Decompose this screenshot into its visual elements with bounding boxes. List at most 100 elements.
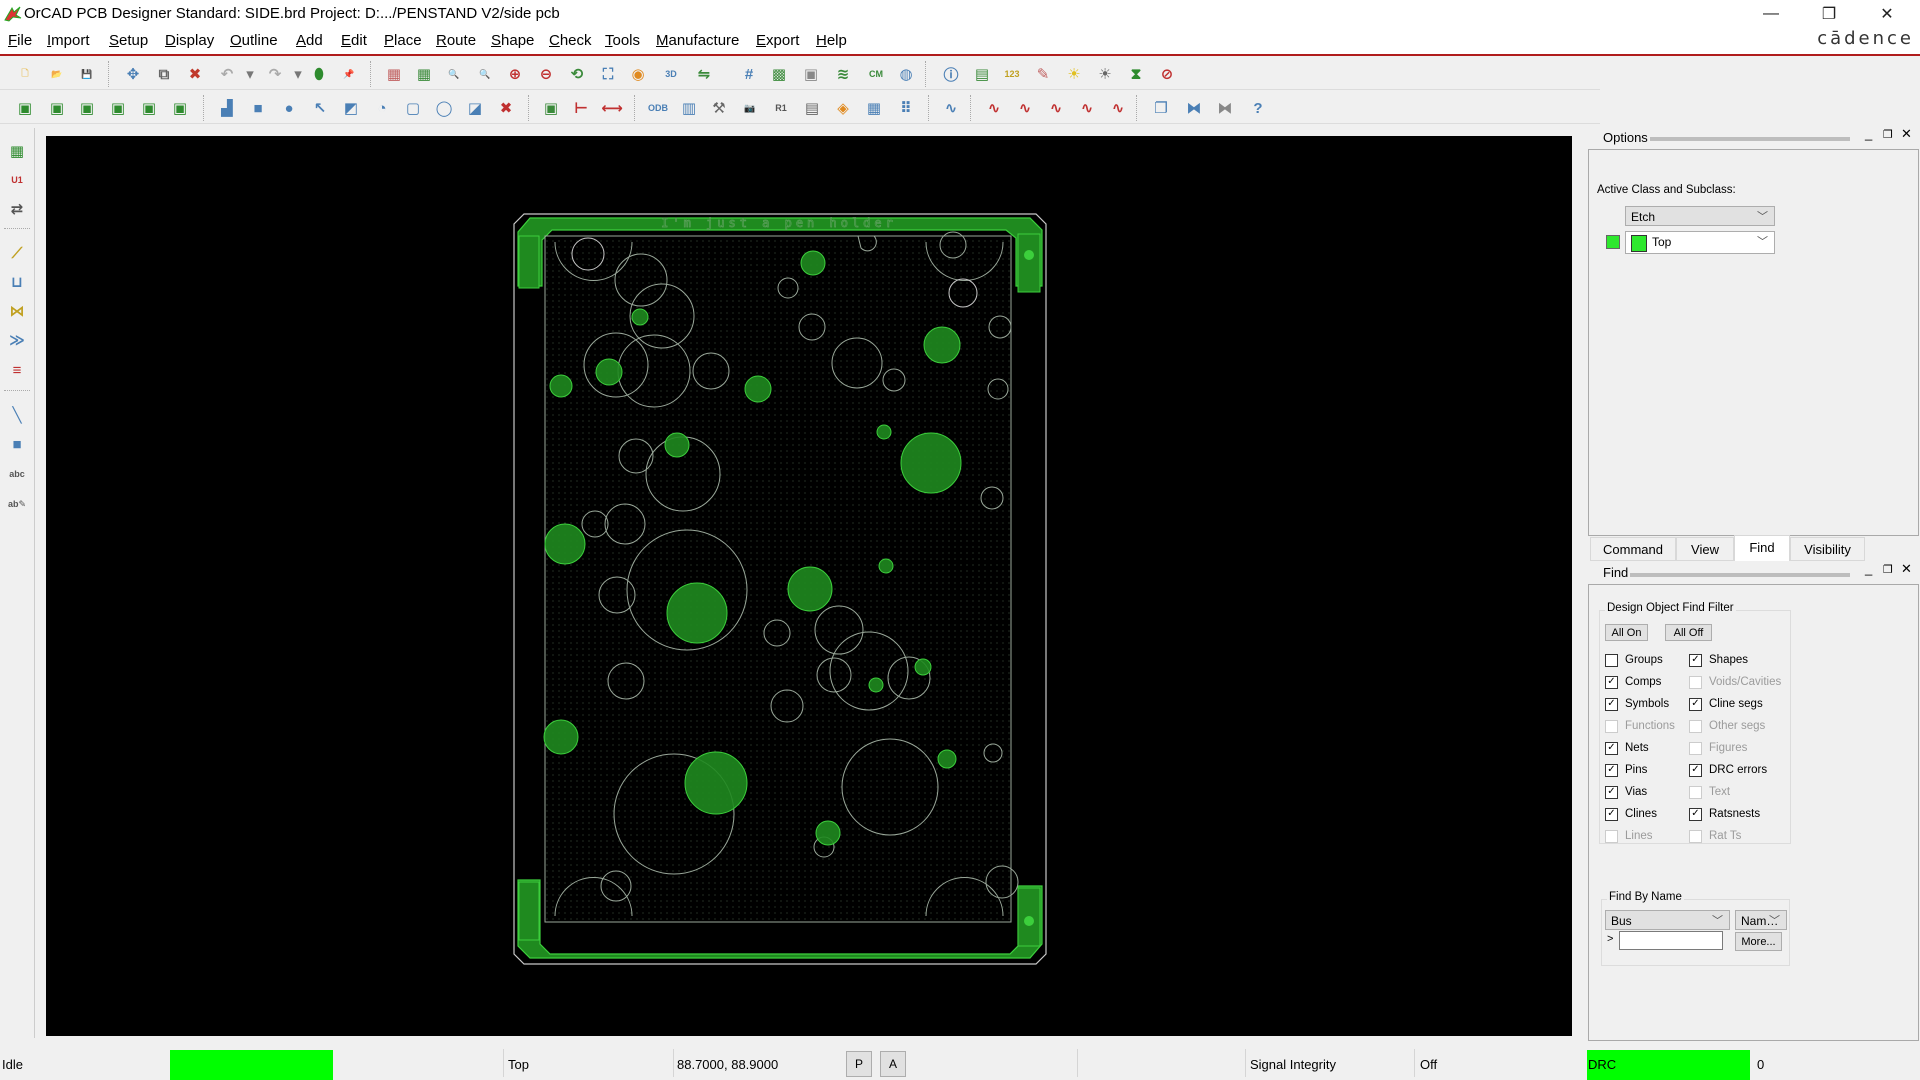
global-dynamic-button[interactable]: ◍ [895,63,917,85]
tab-find[interactable]: Find [1734,535,1790,561]
filter-nets-checkbox[interactable]: ✓ Nets [1605,739,1649,757]
menu-outline[interactable]: Outline [230,32,278,49]
zoom-previous-button[interactable]: ⟲ [566,63,588,85]
drc-toggle-button[interactable]: ⊘ [1156,63,1178,85]
slide-button[interactable]: ∿ [940,97,962,119]
ncdrill-button[interactable]: ⚒ [708,97,730,119]
delay-tune-tool[interactable]: ⋈ [6,300,28,322]
open-folder-button[interactable]: 📂 [46,63,68,85]
void-circle-button[interactable]: ◔ [371,97,393,119]
edit-boundary-button[interactable]: ◪ [464,97,486,119]
datum-dimension-button[interactable]: ⟷ [601,97,623,119]
menu-place[interactable]: Place [384,32,422,49]
filter-comps-checkbox[interactable]: ✓ Comps [1605,673,1661,691]
void-polygon-button[interactable]: ◯ [433,97,455,119]
flip-design-button[interactable]: ⇋ [693,63,715,85]
shape-select-button[interactable]: ↖ [309,97,331,119]
save-button[interactable]: 💾 [76,63,98,85]
assign-color-button[interactable]: ☀ [1063,63,1085,85]
menu-export[interactable]: Export [756,32,799,49]
layer-visibility-button[interactable]: ≋ [832,63,854,85]
find-type-dropdown[interactable]: Bus ﹀ [1605,910,1730,930]
app-mode-signal-integrity-button[interactable]: ▣ [169,97,191,119]
filter-cline-segs-checkbox[interactable]: ✓ Cline segs [1689,695,1763,713]
filter-drc-errors-checkbox[interactable]: ✓ DRC errors [1689,761,1767,779]
menu-manufacture[interactable]: Manufacture [656,32,739,49]
find-float-icon[interactable]: ❐ [1883,563,1893,576]
rename-refdes-button[interactable]: R1 [770,97,792,119]
filter-ratsnests-checkbox[interactable]: ✓ Ratsnests [1689,805,1760,823]
3d-view-button[interactable]: 3D [660,63,682,85]
grid-toggle-button[interactable]: # [738,63,760,85]
constraint-manager-button[interactable]: CM [865,63,887,85]
rats-button[interactable]: ▦ [413,63,435,85]
tab-view[interactable]: View [1676,537,1734,561]
dot-array-button[interactable]: ⠿ [895,97,917,119]
add-connect-tool[interactable]: ⟋ [6,242,28,264]
filter-shapes-checkbox[interactable]: ✓ Shapes [1689,651,1748,669]
options-float-icon[interactable]: ❐ [1883,128,1893,141]
app-mode-placement-button[interactable]: ▣ [46,97,68,119]
property-edit-button[interactable]: ▤ [971,63,993,85]
tab-visibility[interactable]: Visibility [1790,537,1865,561]
sigxp-button[interactable]: ∿ [983,97,1005,119]
menu-display[interactable]: Display [165,32,214,49]
app-mode-shape-edit-button[interactable]: ▣ [138,97,160,119]
highlight-button[interactable]: ✎ [1032,63,1054,85]
delete-islands-button[interactable]: ✖ [495,97,517,119]
zoom-world-button[interactable]: ⛶ [597,63,619,85]
void-rectangle-button[interactable]: ▢ [402,97,424,119]
find-name-input[interactable] [1619,931,1723,950]
minimize-button[interactable]: — [1748,0,1794,28]
zoom-points-button[interactable]: 🔍 [443,63,465,85]
unrats-button[interactable]: ▦ [383,63,405,85]
options-close-icon[interactable]: ✕ [1901,126,1912,142]
menu-route[interactable]: Route [436,32,476,49]
dehighlight-button[interactable]: ☀ [1094,63,1116,85]
delete-button[interactable]: ✖ [184,63,206,85]
menu-check[interactable]: Check [549,32,592,49]
vertex-tool[interactable]: ≡ [6,359,28,381]
si-audit-button[interactable]: ∿ [1076,97,1098,119]
grid-array-button[interactable]: ▦ [863,97,885,119]
find-mode-dropdown[interactable]: Nam… ﹀ [1735,910,1787,930]
place-manual-tool[interactable]: ▦ [6,140,28,162]
shape-select-button[interactable]: ⬮ [308,63,330,85]
zoom-fit-button[interactable]: 🔍 [474,63,496,85]
tile-windows-button[interactable]: ⧓ [1183,97,1205,119]
menu-file[interactable]: File [8,32,32,49]
zoom-in-button[interactable]: ⊕ [504,63,526,85]
pick-button[interactable]: P [846,1051,872,1077]
si-probe-button[interactable]: ∿ [1107,97,1129,119]
add-line-tool[interactable]: ╲ [6,404,28,426]
pcb-board-view[interactable]: I'm just a pen holder [46,136,1572,1036]
si-model-button[interactable]: ∿ [1045,97,1067,119]
custom-smooth-tool[interactable]: ≫ [6,329,28,351]
filter-pins-checkbox[interactable]: ✓ Pins [1605,761,1647,779]
shadow-mode-button[interactable]: ▣ [800,63,822,85]
find-panel-drag-bar[interactable] [1630,573,1850,577]
help-button[interactable]: ? [1247,97,1269,119]
waive-drc-button[interactable]: ⧗ [1125,63,1147,85]
show-element-button[interactable]: ⓘ [940,63,962,85]
add-rect-tool[interactable]: ■ [6,433,28,455]
shape-circle-button[interactable]: ● [278,97,300,119]
move-button[interactable]: ✥ [122,63,144,85]
more-button[interactable]: More... [1735,932,1782,951]
odb-export-button[interactable]: ODB [647,97,669,119]
cascade-windows-button[interactable]: ❐ [1150,97,1172,119]
swap-components-tool[interactable]: ⇄ [6,198,28,220]
window-button[interactable]: ⧓ [1214,97,1236,119]
close-button[interactable]: ✕ [1864,0,1910,28]
undo-dropdown-button[interactable]: ▾ [239,63,261,85]
new-file-button[interactable]: 🗋 [14,63,36,85]
filter-clines-checkbox[interactable]: ✓ Clines [1605,805,1657,823]
menu-help[interactable]: Help [816,32,847,49]
restore-button[interactable]: ❐ [1806,0,1852,28]
add-text-tool[interactable]: abc [6,463,28,485]
color-dialog-button[interactable]: ▩ [768,63,790,85]
undo-button[interactable]: ↶ [216,63,238,85]
menu-edit[interactable]: Edit [341,32,367,49]
app-mode-flow-planning-button[interactable]: ▣ [107,97,129,119]
slide-etch-tool[interactable]: ⊔ [6,271,28,293]
